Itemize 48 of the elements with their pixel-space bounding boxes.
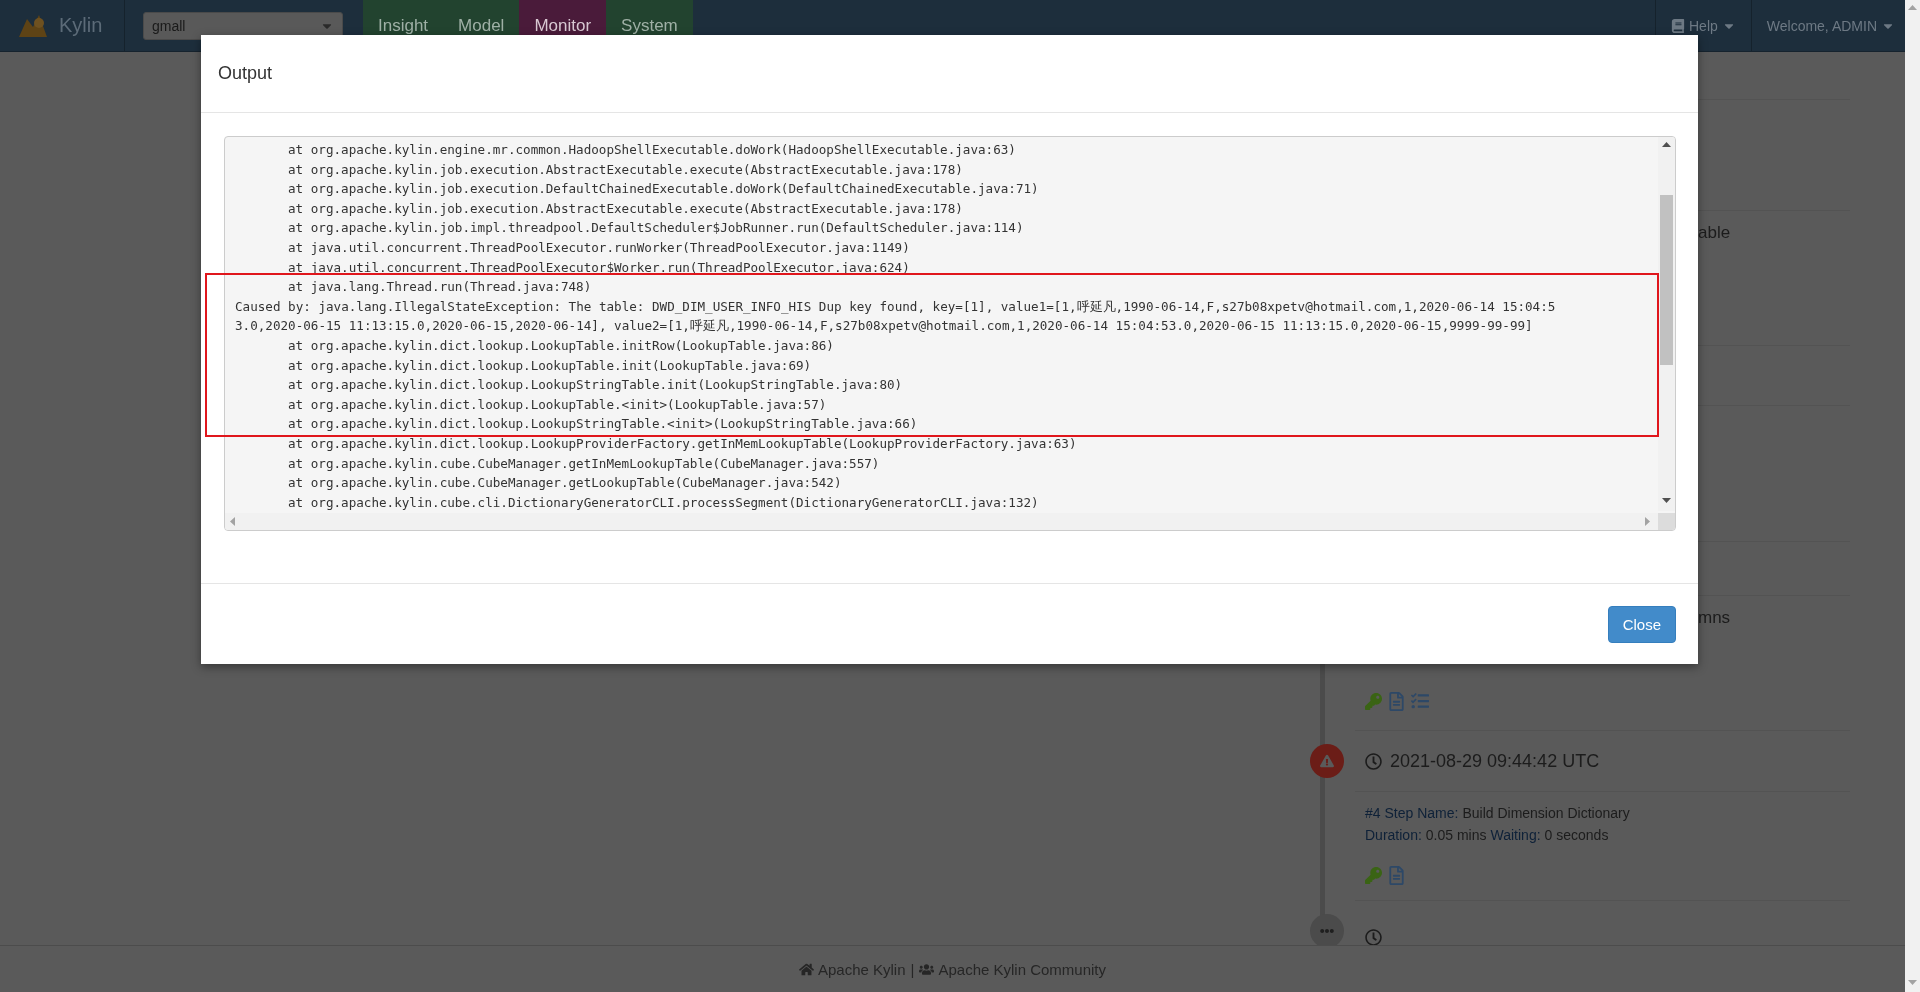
home-icon <box>798 961 814 977</box>
step-label: #4 Step Name: <box>1365 804 1459 823</box>
step-time: 2021-08-29 09:44:42 UTC <box>1390 750 1600 772</box>
document-icon[interactable] <box>1387 865 1406 885</box>
log-line: at org.apache.kylin.engine.mr.common.HadoopShellExecutable.doWork(HadoopShellExecutable.java:63) <box>287 141 1016 159</box>
log-line: at java.util.concurrent.ThreadPoolExecutor.runWorker(ThreadPoolExecutor.java:1149) <box>287 238 910 257</box>
brand-name[interactable]: Kylin <box>59 14 103 37</box>
log-line: at java.lang.Thread.run(Thread.java:748) <box>287 278 592 297</box>
duration-value: 0.05 mins <box>1425 826 1487 845</box>
book-icon <box>1671 18 1685 33</box>
step-text: able <box>1698 223 1731 243</box>
horizontal-scrollbar[interactable] <box>225 513 1658 530</box>
project-select[interactable]: gmall <box>143 11 343 40</box>
log-line: Caused by: java.lang.IllegalStateException: The table: DWD_DIM_USER_INFO_HIS Dup key found, key=[1], value1=[1,呼延凡,1990-06-14,F,s27b08xpetv@hotmail.com,1,2020-06-14 15:04:5 <box>235 297 1556 316</box>
users-icon <box>919 961 935 977</box>
page-scrollbar[interactable] <box>1905 0 1920 992</box>
key-icon[interactable] <box>1365 866 1382 884</box>
dialog-title: Output <box>201 35 1698 113</box>
scrollbar-corner <box>1658 513 1675 530</box>
list-icon[interactable] <box>1411 692 1429 710</box>
document-icon[interactable] <box>1387 691 1406 711</box>
close-button[interactable]: Close <box>1607 605 1676 643</box>
log-line: at org.apache.kylin.cube.CubeManager.getInMemLookupTable(CubeManager.java:557) <box>287 454 880 473</box>
clock-icon <box>1365 929 1382 945</box>
warning-icon <box>1310 744 1344 778</box>
log-line: at org.apache.kylin.dict.lookup.LookupTable.initRow(LookupTable.java:86) <box>287 336 834 355</box>
log-line: at java.util.concurrent.ThreadPoolExecutor$Worker.run(ThreadPoolExecutor.java:624) <box>287 258 910 277</box>
log-line: at org.apache.kylin.dict.lookup.LookupStringTable.init(LookupStringTable.java:80) <box>287 376 903 395</box>
log-line: at org.apache.kylin.dict.lookup.LookupTable.<init>(LookupTable.java:57) <box>287 395 827 414</box>
log-line: at org.apache.kylin.dict.lookup.LookupProviderFactory.getInMemLookupTable(LookupProviderFactory.java:63) <box>287 434 1077 453</box>
log-line: at org.apache.kylin.job.impl.threadpool.DefaultScheduler$JobRunner.run(DefaultScheduler.java:114) <box>287 219 1024 238</box>
key-icon[interactable] <box>1365 692 1382 710</box>
waiting-label: Waiting: <box>1490 826 1541 845</box>
log-line: at org.apache.kylin.job.execution.DefaultChainedExecutable.doWork(DefaultChainedExecutable.java:71) <box>287 180 1039 199</box>
log-line: at org.apache.kylin.dict.lookup.LookupTable.init(LookupTable.java:69) <box>287 356 812 375</box>
log-line: at org.apache.kylin.job.execution.AbstractExecutable.execute(AbstractExecutable.java:178) <box>287 199 963 218</box>
waiting-value: 0 seconds <box>1544 826 1609 845</box>
log-line: 3.0,2020-06-15 11:13:15.0,2020-06-15,2020-06-14], value2=[1,呼延凡,1990-06-14,F,s27b08xpetv@hotmail.com,1,2020-06-14 15:04:53.0,2020-06-15 11:13:15.0,2020-06-15,9999-99-99] <box>235 317 1533 336</box>
log-line: at org.apache.kylin.dict.lookup.LookupStringTable.<init>(LookupStringTable.java:66) <box>287 415 918 434</box>
clock-icon <box>1365 752 1382 770</box>
log-line: at org.apache.kylin.cube.CubeManager.getLookupTable(CubeManager.java:542) <box>287 474 842 493</box>
step-text: mns <box>1698 608 1731 628</box>
vertical-scrollbar[interactable] <box>1658 137 1675 511</box>
footer-separator: | <box>910 960 915 978</box>
step-name: Build Dimension Dictionary <box>1462 804 1630 823</box>
duration-label: Duration: <box>1365 826 1422 845</box>
log-line: at org.apache.kylin.cube.cli.DictionaryGeneratorCLI.processSegment(DictionaryGeneratorCLI.java:132) <box>287 493 1039 512</box>
log-line: at org.apache.kylin.job.execution.AbstractExecutable.execute(AbstractExecutable.java:178) <box>287 160 963 179</box>
